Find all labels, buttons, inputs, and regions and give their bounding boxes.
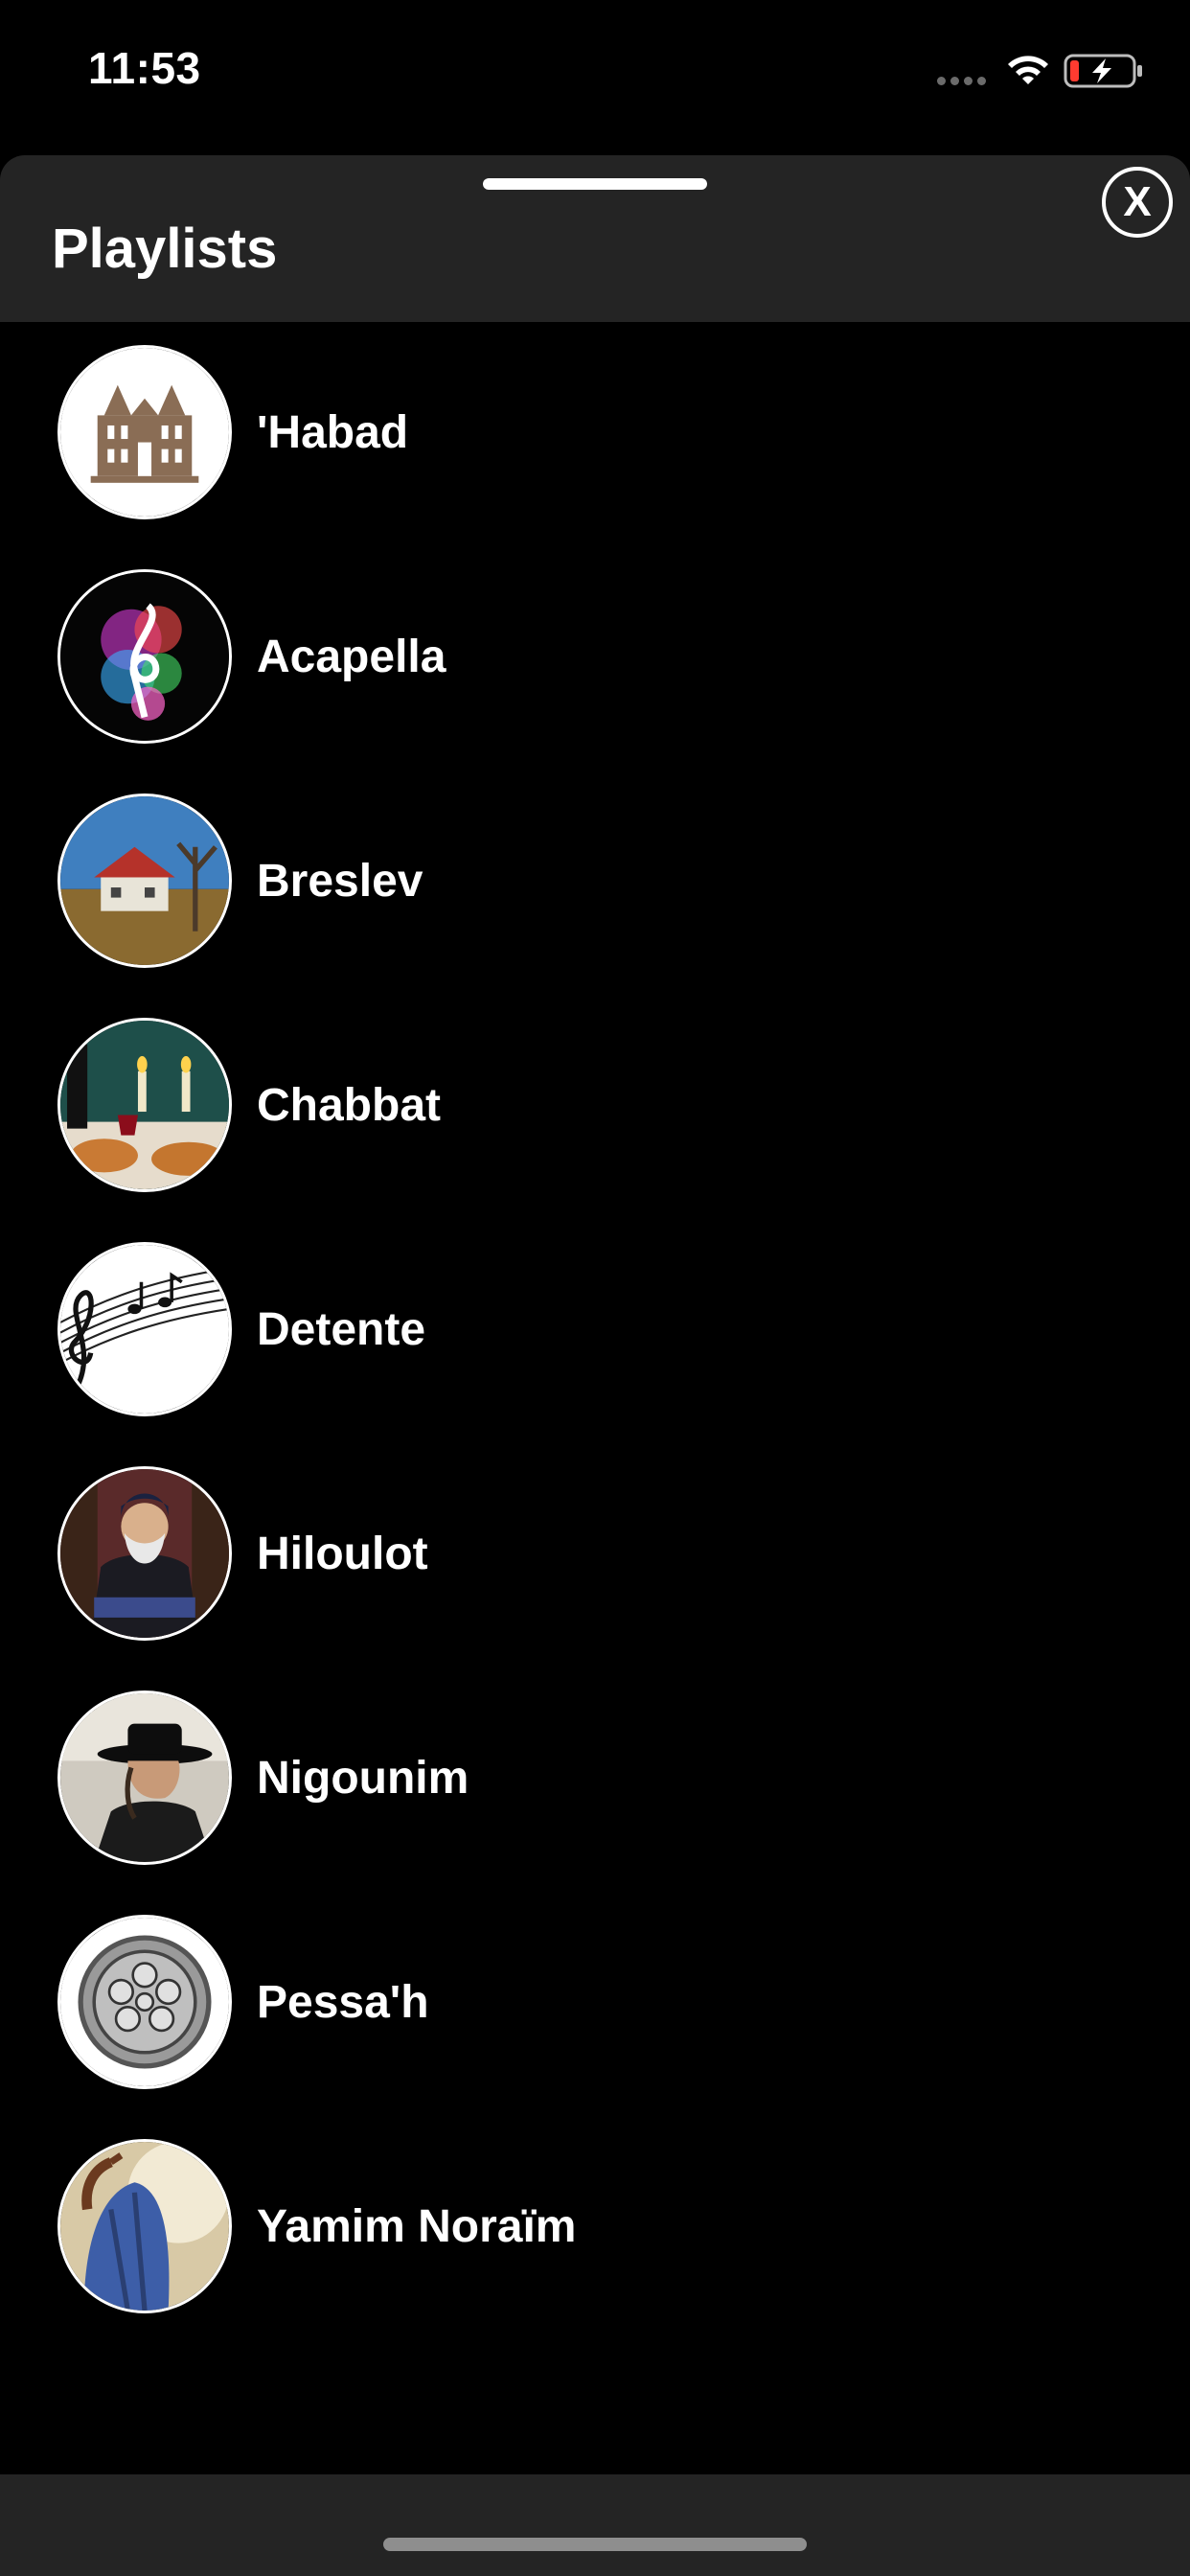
playlist-label: Pessa'h: [257, 1977, 429, 2028]
playlist-label: Hiloulot: [257, 1529, 428, 1579]
bottom-bar: [0, 2474, 1190, 2576]
playlist-item[interactable]: Chabbat: [0, 1018, 1190, 1242]
playlist-item[interactable]: Detente: [0, 1242, 1190, 1466]
shabbat-candles-icon: [57, 1018, 232, 1192]
playlist-label: Detente: [257, 1304, 426, 1355]
seder-plate-icon: [57, 1915, 232, 2089]
close-button[interactable]: X: [1102, 167, 1173, 238]
home-indicator[interactable]: [383, 2538, 807, 2551]
playlist-item[interactable]: Nigounim: [0, 1690, 1190, 1915]
playlist-label: Nigounim: [257, 1753, 469, 1804]
rabbi-portrait-icon: [57, 1466, 232, 1641]
house-landscape-icon: [57, 794, 232, 968]
music-notes-icon: [57, 1242, 232, 1416]
battery-charging-icon: [1064, 54, 1142, 88]
playlists-sheet: Playlists X 'Habad Acapella Breslev Chab…: [0, 155, 1190, 2576]
playlist-label: 'Habad: [257, 407, 409, 458]
sheet-header: Playlists X: [0, 155, 1190, 322]
status-time: 11:53: [88, 43, 201, 93]
sheet-title: Playlists: [52, 218, 278, 280]
playlist-label: Breslev: [257, 856, 423, 907]
status-bar: 11:53: [0, 0, 1190, 144]
playlist-item[interactable]: Pessa'h: [0, 1915, 1190, 2139]
playlist-item[interactable]: Hiloulot: [0, 1466, 1190, 1690]
playlist-label: Chabbat: [257, 1080, 441, 1131]
playlist-item[interactable]: Acapella: [0, 569, 1190, 794]
playlist-item[interactable]: Yamim Noraïm: [0, 2139, 1190, 2363]
sheet-grabber[interactable]: [483, 178, 707, 190]
wifi-icon: [1008, 56, 1048, 84]
playlist-list: 'Habad Acapella Breslev Chabbat Detente …: [0, 345, 1190, 2363]
signal-dots-icon: [937, 77, 986, 85]
shofar-tallit-icon: [57, 2139, 232, 2313]
playlist-label: Acapella: [257, 632, 446, 682]
playlist-item[interactable]: 'Habad: [0, 345, 1190, 569]
playlist-item[interactable]: Breslev: [0, 794, 1190, 1018]
treble-clef-smoke-icon: [57, 569, 232, 744]
building-icon: [57, 345, 232, 519]
playlist-label: Yamim Noraïm: [257, 2201, 577, 2252]
hat-man-icon: [57, 1690, 232, 1865]
